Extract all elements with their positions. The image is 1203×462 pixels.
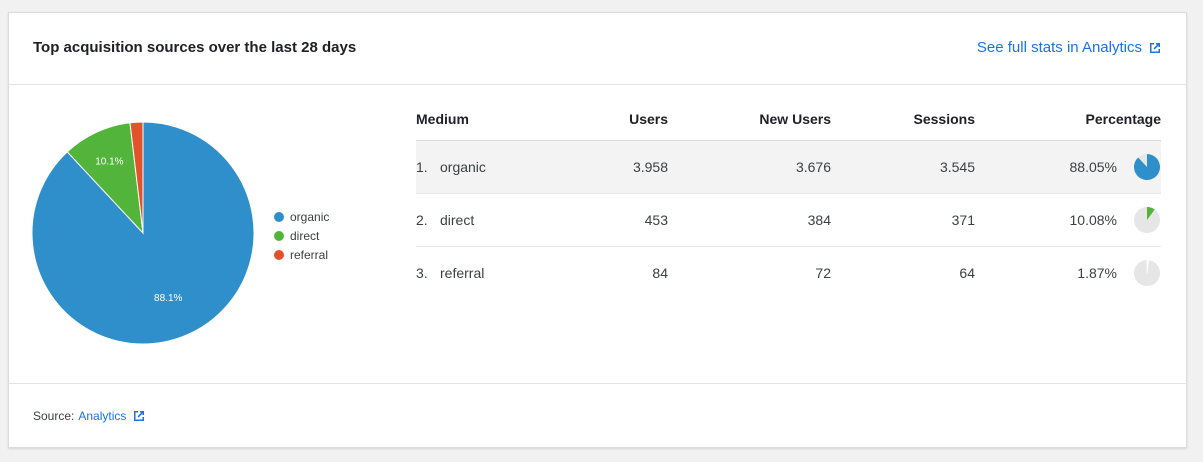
- external-link-icon: [132, 409, 146, 423]
- acquisition-table: Medium Users New Users Sessions Percenta…: [416, 103, 1161, 299]
- row-rank: 1.: [416, 159, 428, 175]
- acquisition-card: Top acquisition sources over the last 28…: [8, 12, 1187, 448]
- row-percentage: 10.08%: [1069, 212, 1117, 228]
- row-rank: 3.: [416, 265, 428, 281]
- table-row[interactable]: 2. direct 453 384 371 10.08%: [416, 194, 1161, 247]
- row-users: 3.958: [632, 159, 668, 175]
- analytics-source-label: Analytics: [78, 409, 127, 423]
- table-header: Medium Users New Users Sessions Percenta…: [416, 103, 1161, 141]
- legend-label-direct: direct: [290, 228, 320, 243]
- acquisition-pie-chart: 88.1% 10.1%: [31, 121, 255, 345]
- pie-legend: organic direct referral: [274, 207, 329, 264]
- row-percentage: 88.05%: [1069, 159, 1117, 175]
- legend-item-referral: referral: [274, 245, 329, 264]
- see-full-stats-link[interactable]: See full stats in Analytics: [977, 39, 1162, 56]
- row-rank: 2.: [416, 212, 428, 228]
- header-sessions: Sessions: [913, 111, 975, 127]
- row-new-users: 72: [815, 265, 831, 281]
- pie-data-label-organic: 88.1%: [154, 293, 182, 304]
- legend-dot-direct: [274, 230, 284, 241]
- row-new-users: 3.676: [795, 159, 831, 175]
- row-mini-pie: [1133, 206, 1161, 234]
- row-sessions: 371: [951, 212, 975, 228]
- row-new-users: 384: [807, 212, 831, 228]
- legend-label-referral: referral: [290, 247, 329, 262]
- header-percentage: Percentage: [1085, 111, 1161, 127]
- external-link-icon: [1148, 41, 1162, 55]
- row-mini-pie: [1133, 153, 1161, 181]
- card-header: Top acquisition sources over the last 28…: [9, 13, 1186, 85]
- card-title: Top acquisition sources over the last 28…: [33, 39, 357, 56]
- pie-data-label-direct: 10.1%: [95, 156, 123, 167]
- row-medium: referral: [440, 265, 485, 281]
- table-row[interactable]: 3. referral 84 72 64 1.87%: [416, 247, 1161, 299]
- source-line: Source: Analytics: [33, 409, 146, 423]
- row-users: 453: [644, 212, 668, 228]
- card-footer: Source: Analytics: [9, 383, 1186, 447]
- legend-dot-referral: [274, 249, 284, 260]
- row-users: 84: [652, 265, 668, 281]
- header-new-users: New Users: [759, 111, 831, 127]
- source-label: Source:: [33, 409, 75, 423]
- row-medium: organic: [440, 159, 486, 175]
- header-users: Users: [629, 111, 668, 127]
- row-sessions: 64: [959, 265, 975, 281]
- row-mini-pie: [1133, 259, 1161, 287]
- legend-item-direct: direct: [274, 226, 329, 245]
- see-full-stats-label: See full stats in Analytics: [976, 39, 1142, 56]
- analytics-source-link[interactable]: Analytics: [78, 409, 146, 423]
- legend-item-organic: organic: [274, 207, 329, 226]
- mini-pie-slice: [1134, 154, 1160, 180]
- row-percentage: 1.87%: [1077, 265, 1117, 281]
- legend-dot-organic: [274, 211, 284, 222]
- row-medium: direct: [440, 212, 475, 228]
- header-medium: Medium: [416, 111, 469, 127]
- legend-label-organic: organic: [290, 209, 330, 224]
- table-row[interactable]: 1. organic 3.958 3.676 3.545 88.05%: [416, 141, 1161, 194]
- row-sessions: 3.545: [939, 159, 975, 175]
- pie-chart-svg: 88.1% 10.1%: [31, 121, 255, 345]
